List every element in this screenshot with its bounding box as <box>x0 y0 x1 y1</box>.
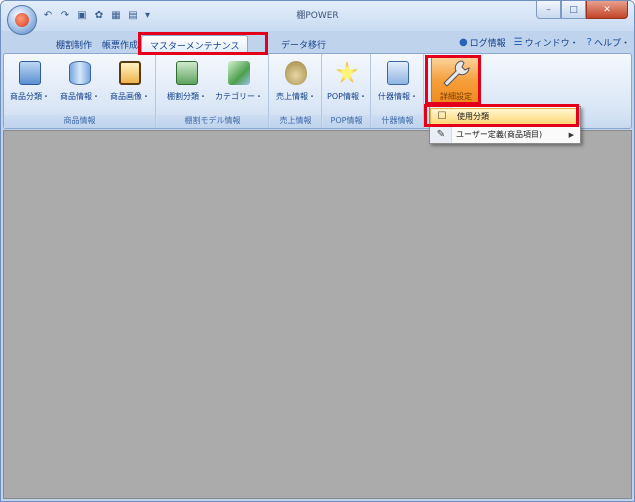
product-category-label: 商品分類・ <box>10 92 50 101</box>
info-icon: ● <box>458 37 468 48</box>
group-sales-info: 売上情報・ 売上情報 <box>270 54 322 128</box>
window-menu-label: ウィンドウ・ <box>524 39 579 49</box>
product-image-label: 商品画像・ <box>110 92 150 101</box>
minimize-button[interactable]: – <box>536 1 561 19</box>
shelf-category-button[interactable]: 棚割分類・ <box>163 58 211 110</box>
fixture-info-label: 什器情報・ <box>378 92 418 101</box>
window-menu[interactable]: ☰ ウィンドウ・ <box>514 36 579 49</box>
product-info-button[interactable]: 商品情報・ <box>56 58 104 110</box>
group-label-product-info: 商品情報 <box>4 115 155 128</box>
highlight-box-tab <box>138 32 268 55</box>
office-button[interactable] <box>7 5 37 35</box>
sales-info-label: 売上情報・ <box>276 92 316 101</box>
group-shelf-model: 棚割分類・ カテゴリー・ 棚割モデル情報 <box>157 54 269 128</box>
wrench-small-icon: ✎ <box>436 129 446 140</box>
shelf-category-label: 棚割分類・ <box>167 92 207 101</box>
login-info-menu[interactable]: ● ログ情報 <box>459 36 506 49</box>
menu-item-label: ユーザー定義(商品項目) <box>456 130 543 139</box>
pop-info-label: POP情報・ <box>327 92 367 101</box>
money-bag-icon <box>285 61 307 85</box>
help-icon: ? <box>586 37 592 48</box>
highlight-box-detail <box>425 55 481 105</box>
maximize-button[interactable]: □ <box>561 1 586 19</box>
pop-info-button[interactable]: POP情報・ <box>323 58 371 110</box>
window-controls: – □ ✕ <box>536 1 628 19</box>
pop-star-icon <box>336 61 358 83</box>
product-image-icon <box>119 61 141 85</box>
category-label: カテゴリー・ <box>215 92 263 101</box>
database-icon <box>69 61 91 85</box>
shelf-category-icon <box>176 61 198 85</box>
group-product-info: 商品分類・ 商品情報・ 商品画像・ 商品情報 <box>4 54 156 128</box>
submenu-arrow-icon: ▶ <box>568 130 574 139</box>
highlight-box-menu <box>424 104 579 127</box>
sales-info-button[interactable]: 売上情報・ <box>272 58 320 110</box>
office-logo-icon <box>15 13 29 27</box>
title-bar: ↶ ↷ ▣ ✿ ▦ ▤ ▾ 棚POWER – □ ✕ <box>1 1 634 35</box>
login-info-label: ログ情報 <box>469 39 506 49</box>
right-menu: ● ログ情報 ☰ ウィンドウ・ ? ヘルプ・ <box>459 36 630 49</box>
product-category-button[interactable]: 商品分類・ <box>6 58 54 110</box>
group-label-fixture-info: 什器情報 <box>372 115 423 128</box>
product-category-icon <box>19 61 41 85</box>
app-window: ↶ ↷ ▣ ✿ ▦ ▤ ▾ 棚POWER – □ ✕ 棚割制作 帳票作成 マスタ… <box>0 0 635 502</box>
tab-shelf-production[interactable]: 棚割制作 <box>48 35 100 53</box>
close-button[interactable]: ✕ <box>586 1 628 19</box>
help-menu[interactable]: ? ヘルプ・ <box>587 36 630 49</box>
group-label-pop-info: POP情報 <box>323 115 370 128</box>
category-button[interactable]: カテゴリー・ <box>215 58 263 110</box>
group-label-sales-info: 売上情報 <box>270 115 321 128</box>
workspace-area <box>3 130 632 499</box>
group-pop-info: POP情報・ POP情報 <box>323 54 371 128</box>
window-icon: ☰ <box>513 37 523 48</box>
tab-data-migration[interactable]: データ移行 <box>273 35 334 53</box>
menu-item-user-definition[interactable]: ✎ ユーザー定義(商品項目) ▶ <box>430 126 580 143</box>
category-icon <box>228 61 250 85</box>
product-info-label: 商品情報・ <box>60 92 100 101</box>
product-image-button[interactable]: 商品画像・ <box>106 58 154 110</box>
help-menu-label: ヘルプ・ <box>593 39 630 49</box>
fixture-info-button[interactable]: 什器情報・ <box>374 58 422 110</box>
group-label-shelf-model: 棚割モデル情報 <box>157 115 268 128</box>
fixture-icon <box>387 61 409 85</box>
group-fixture-info: 什器情報・ 什器情報 <box>372 54 424 128</box>
